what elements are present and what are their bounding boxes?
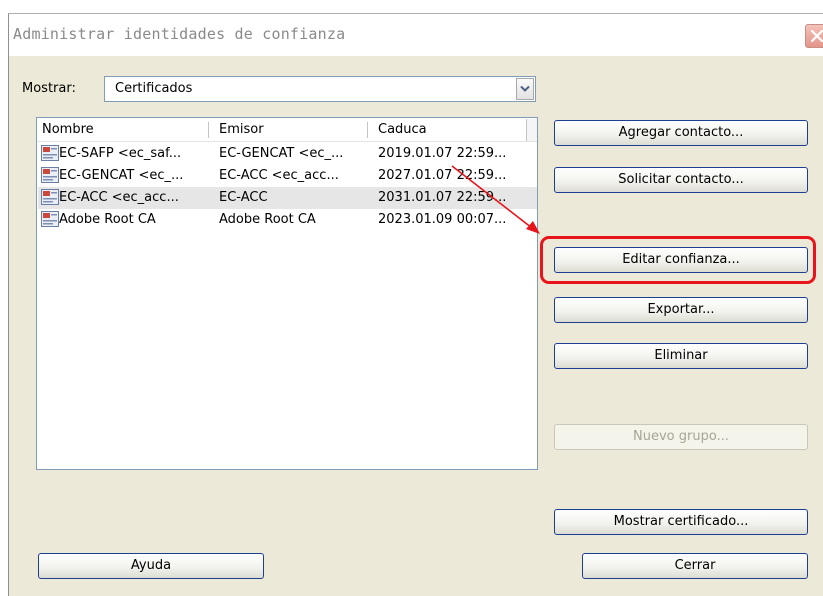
annotation-arrow <box>451 165 540 234</box>
